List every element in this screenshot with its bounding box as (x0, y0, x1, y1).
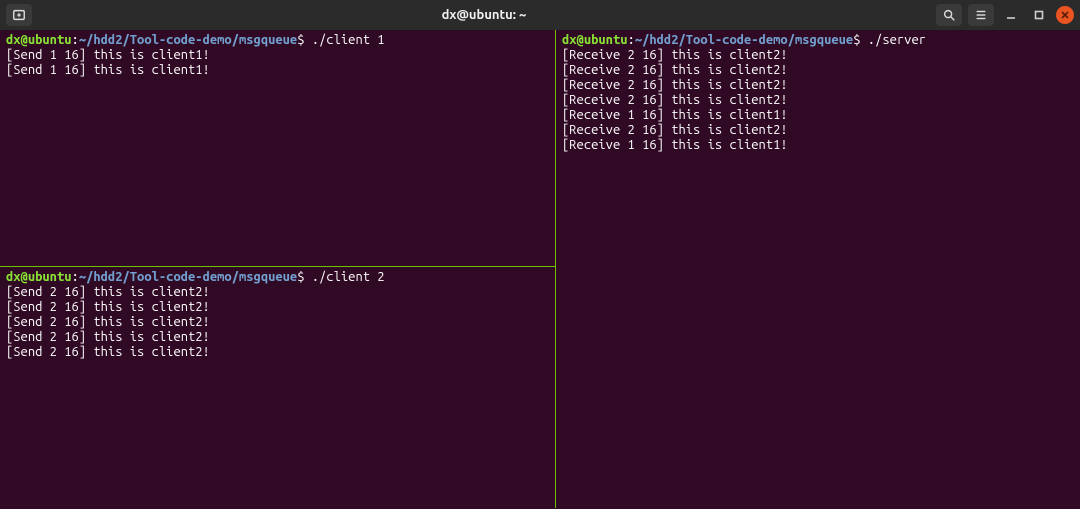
prompt-dollar: $ (297, 270, 304, 284)
prompt-user-host: dx@ubuntu (562, 33, 628, 47)
window-controls (936, 4, 1074, 26)
prompt-colon: : (72, 33, 79, 47)
prompt-user-host: dx@ubuntu (6, 270, 72, 284)
new-tab-button[interactable] (6, 4, 32, 26)
hamburger-menu-button[interactable] (968, 4, 994, 26)
output-line: [Receive 2 16] this is client2! (562, 48, 1074, 63)
minimize-icon (1005, 9, 1017, 21)
prompt-path: ~/hdd2/Tool-code-demo/msgqueue (79, 270, 297, 284)
output-line: [Receive 1 16] this is client1! (562, 138, 1074, 153)
pane-output: [Send 1 16] this is client1![Send 1 16] … (6, 48, 549, 78)
pane-top-left[interactable]: dx@ubuntu:~/hdd2/Tool-code-demo/msgqueue… (0, 30, 555, 266)
output-line: [Receive 2 16] this is client2! (562, 123, 1074, 138)
new-tab-icon (12, 8, 26, 22)
prompt-colon: : (628, 33, 635, 47)
output-line: [Send 2 16] this is client2! (6, 330, 549, 345)
output-line: [Receive 2 16] this is client2! (562, 78, 1074, 93)
prompt-colon: : (72, 270, 79, 284)
minimize-button[interactable] (1000, 4, 1022, 26)
terminal-split-container: dx@ubuntu:~/hdd2/Tool-code-demo/msgqueue… (0, 30, 1080, 509)
output-line: [Send 1 16] this is client1! (6, 48, 549, 63)
hamburger-icon (974, 8, 988, 22)
output-line: [Send 2 16] this is client2! (6, 300, 549, 315)
prompt-path: ~/hdd2/Tool-code-demo/msgqueue (79, 33, 297, 47)
pane-bottom-left[interactable]: dx@ubuntu:~/hdd2/Tool-code-demo/msgqueue… (0, 267, 555, 508)
output-line: [Send 1 16] this is client1! (6, 63, 549, 78)
window-title: dx@ubuntu: ~ (38, 8, 930, 22)
command-text: ./client 1 (312, 33, 385, 47)
maximize-icon (1033, 9, 1045, 21)
output-line: [Send 2 16] this is client2! (6, 315, 549, 330)
command-text: ./server (868, 33, 926, 47)
prompt-dollar: $ (853, 33, 860, 47)
pane-right[interactable]: dx@ubuntu:~/hdd2/Tool-code-demo/msgqueue… (556, 30, 1080, 508)
output-line: [Send 2 16] this is client2! (6, 285, 549, 300)
search-icon (942, 8, 956, 22)
close-button[interactable] (1056, 6, 1074, 24)
output-line: [Receive 2 16] this is client2! (562, 93, 1074, 108)
close-icon (1059, 9, 1071, 21)
command-text: ./client 2 (312, 270, 385, 284)
search-button[interactable] (936, 4, 962, 26)
prompt-path: ~/hdd2/Tool-code-demo/msgqueue (635, 33, 853, 47)
pane-output: [Send 2 16] this is client2![Send 2 16] … (6, 285, 549, 360)
prompt-dollar: $ (297, 33, 304, 47)
output-line: [Receive 2 16] this is client2! (562, 63, 1074, 78)
window-titlebar: dx@ubuntu: ~ (0, 0, 1080, 30)
output-line: [Receive 1 16] this is client1! (562, 108, 1074, 123)
maximize-button[interactable] (1028, 4, 1050, 26)
pane-output: [Receive 2 16] this is client2![Receive … (562, 48, 1074, 153)
output-line: [Send 2 16] this is client2! (6, 345, 549, 360)
prompt-user-host: dx@ubuntu (6, 33, 72, 47)
